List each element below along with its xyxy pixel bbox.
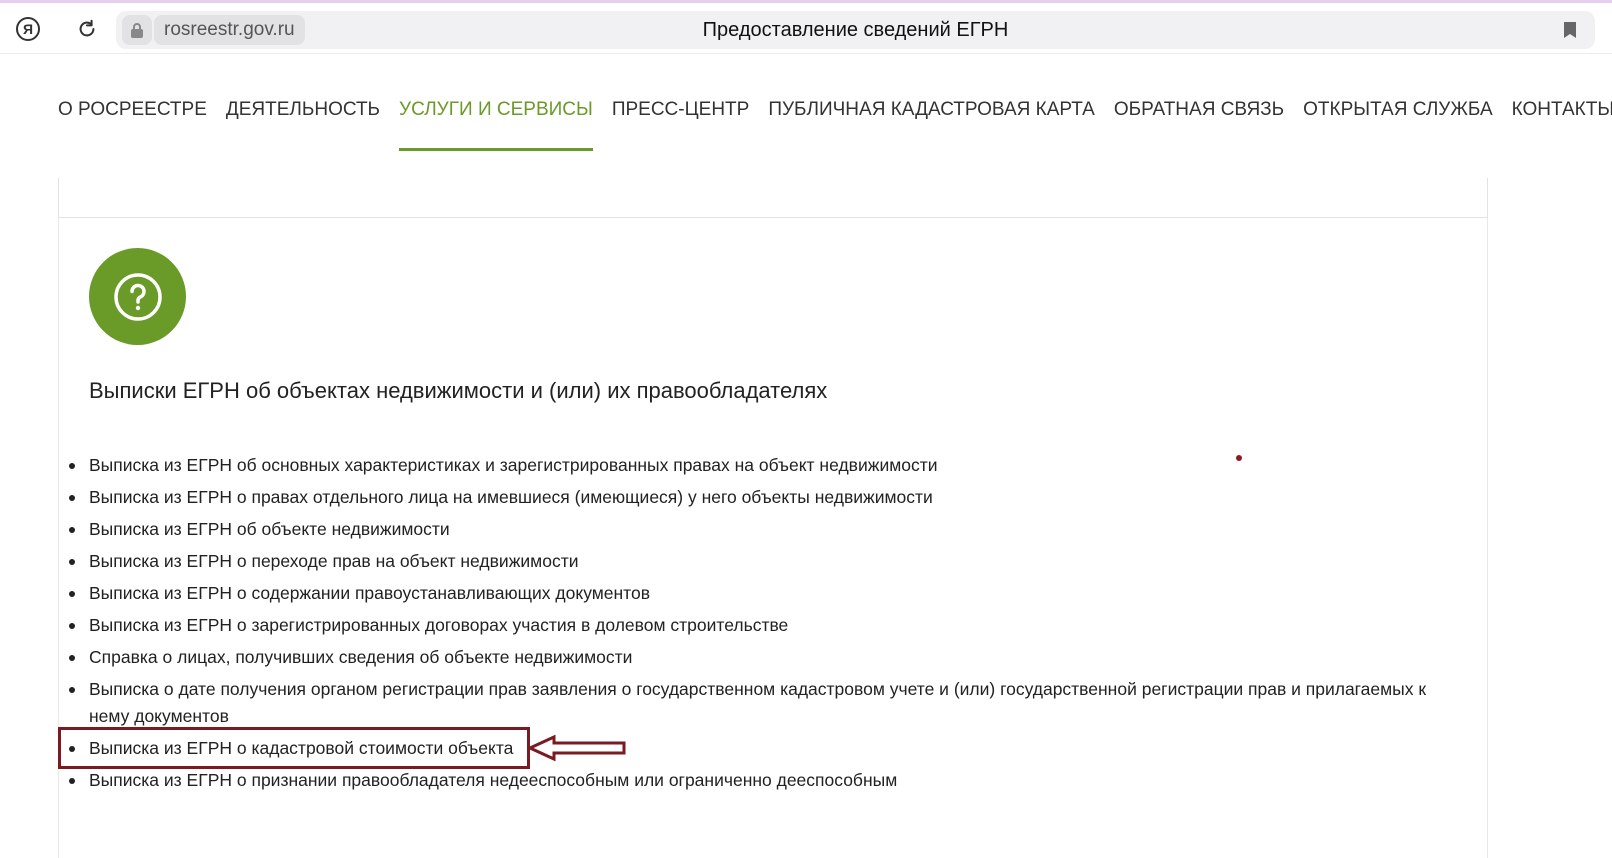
- question-circle-icon: [89, 248, 186, 345]
- list-item-label[interactable]: Выписка из ЕГРН о правах отдельного лица…: [89, 484, 933, 511]
- main-nav: О РОСРЕЕСТРЕ ДЕЯТЕЛЬНОСТЬ УСЛУГИ И СЕРВИ…: [58, 92, 1612, 152]
- list-item-label[interactable]: Справка о лицах, получивших сведения об …: [89, 644, 632, 671]
- list-item-label[interactable]: Выписка из ЕГРН об объекте недвижимости: [89, 516, 450, 543]
- nav-item-activity[interactable]: ДЕЯТЕЛЬНОСТЬ: [226, 92, 380, 148]
- nav-item-cadastral-map[interactable]: ПУБЛИЧНАЯ КАДАСТРОВАЯ КАРТА: [768, 92, 1095, 148]
- list-item[interactable]: Выписка из ЕГРН о переходе прав на объек…: [59, 548, 1459, 575]
- list-item[interactable]: Справка о лицах, получивших сведения об …: [59, 644, 1459, 671]
- list-item-label[interactable]: Выписка из ЕГРН о зарегистрированных дог…: [89, 612, 788, 639]
- page-title: Предоставление сведений ЕГРН: [702, 19, 1009, 41]
- previous-card-edge: [58, 178, 1488, 218]
- section-heading: Выписки ЕГРН об объектах недвижимости и …: [89, 378, 828, 403]
- nav-item-services[interactable]: УСЛУГИ И СЕРВИСЫ: [399, 92, 593, 151]
- nav-item-feedback[interactable]: ОБРАТНАЯ СВЯЗЬ: [1114, 92, 1284, 148]
- address-bar[interactable]: Предоставление сведений ЕГРН rosreestr.g…: [116, 11, 1595, 49]
- reload-icon[interactable]: [72, 14, 102, 44]
- annotation-highlight-box: [58, 727, 530, 769]
- bookmark-icon[interactable]: [1563, 21, 1577, 39]
- nav-item-about[interactable]: О РОСРЕЕСТРЕ: [58, 92, 207, 148]
- list-item-label[interactable]: Выписка из ЕГРН о содержании правоустана…: [89, 580, 650, 607]
- list-item[interactable]: Выписка о дате получения органом регистр…: [59, 676, 1459, 730]
- list-item-label[interactable]: Выписка о дате получения органом регистр…: [89, 676, 1429, 730]
- domain-chip[interactable]: rosreestr.gov.ru: [154, 15, 305, 45]
- list-item[interactable]: Выписка из ЕГРН о правах отдельного лица…: [59, 484, 1459, 511]
- nav-item-open-service[interactable]: ОТКРЫТАЯ СЛУЖБА: [1303, 92, 1493, 148]
- list-item-label[interactable]: Выписка из ЕГРН об основных характеристи…: [89, 452, 938, 479]
- list-item[interactable]: Выписка из ЕГРН об объекте недвижимости: [59, 516, 1459, 543]
- reload-icon-glyph: [79, 19, 95, 37]
- list-item[interactable]: Выписка из ЕГРН об основных характеристи…: [59, 452, 1459, 479]
- list-item[interactable]: Выписка из ЕГРН о признании правообладат…: [59, 767, 1459, 794]
- annotation-dot: [1236, 455, 1242, 461]
- lock-icon[interactable]: [122, 15, 152, 45]
- browser-toolbar: Я Предоставление сведений ЕГРН rosreestr…: [0, 0, 1612, 54]
- nav-item-contacts[interactable]: КОНТАКТЫ: [1512, 92, 1612, 148]
- list-item[interactable]: Выписка из ЕГРН о зарегистрированных дог…: [59, 612, 1459, 639]
- list-item-label[interactable]: Выписка из ЕГРН о переходе прав на объек…: [89, 548, 578, 575]
- yandex-icon[interactable]: Я: [16, 17, 40, 41]
- list-item-label[interactable]: Выписка из ЕГРН о признании правообладат…: [89, 767, 897, 794]
- list-item[interactable]: Выписка из ЕГРН о содержании правоустана…: [59, 580, 1459, 607]
- annotation-arrow-icon: [526, 734, 628, 767]
- nav-item-press-center[interactable]: ПРЕСС-ЦЕНТР: [612, 92, 750, 148]
